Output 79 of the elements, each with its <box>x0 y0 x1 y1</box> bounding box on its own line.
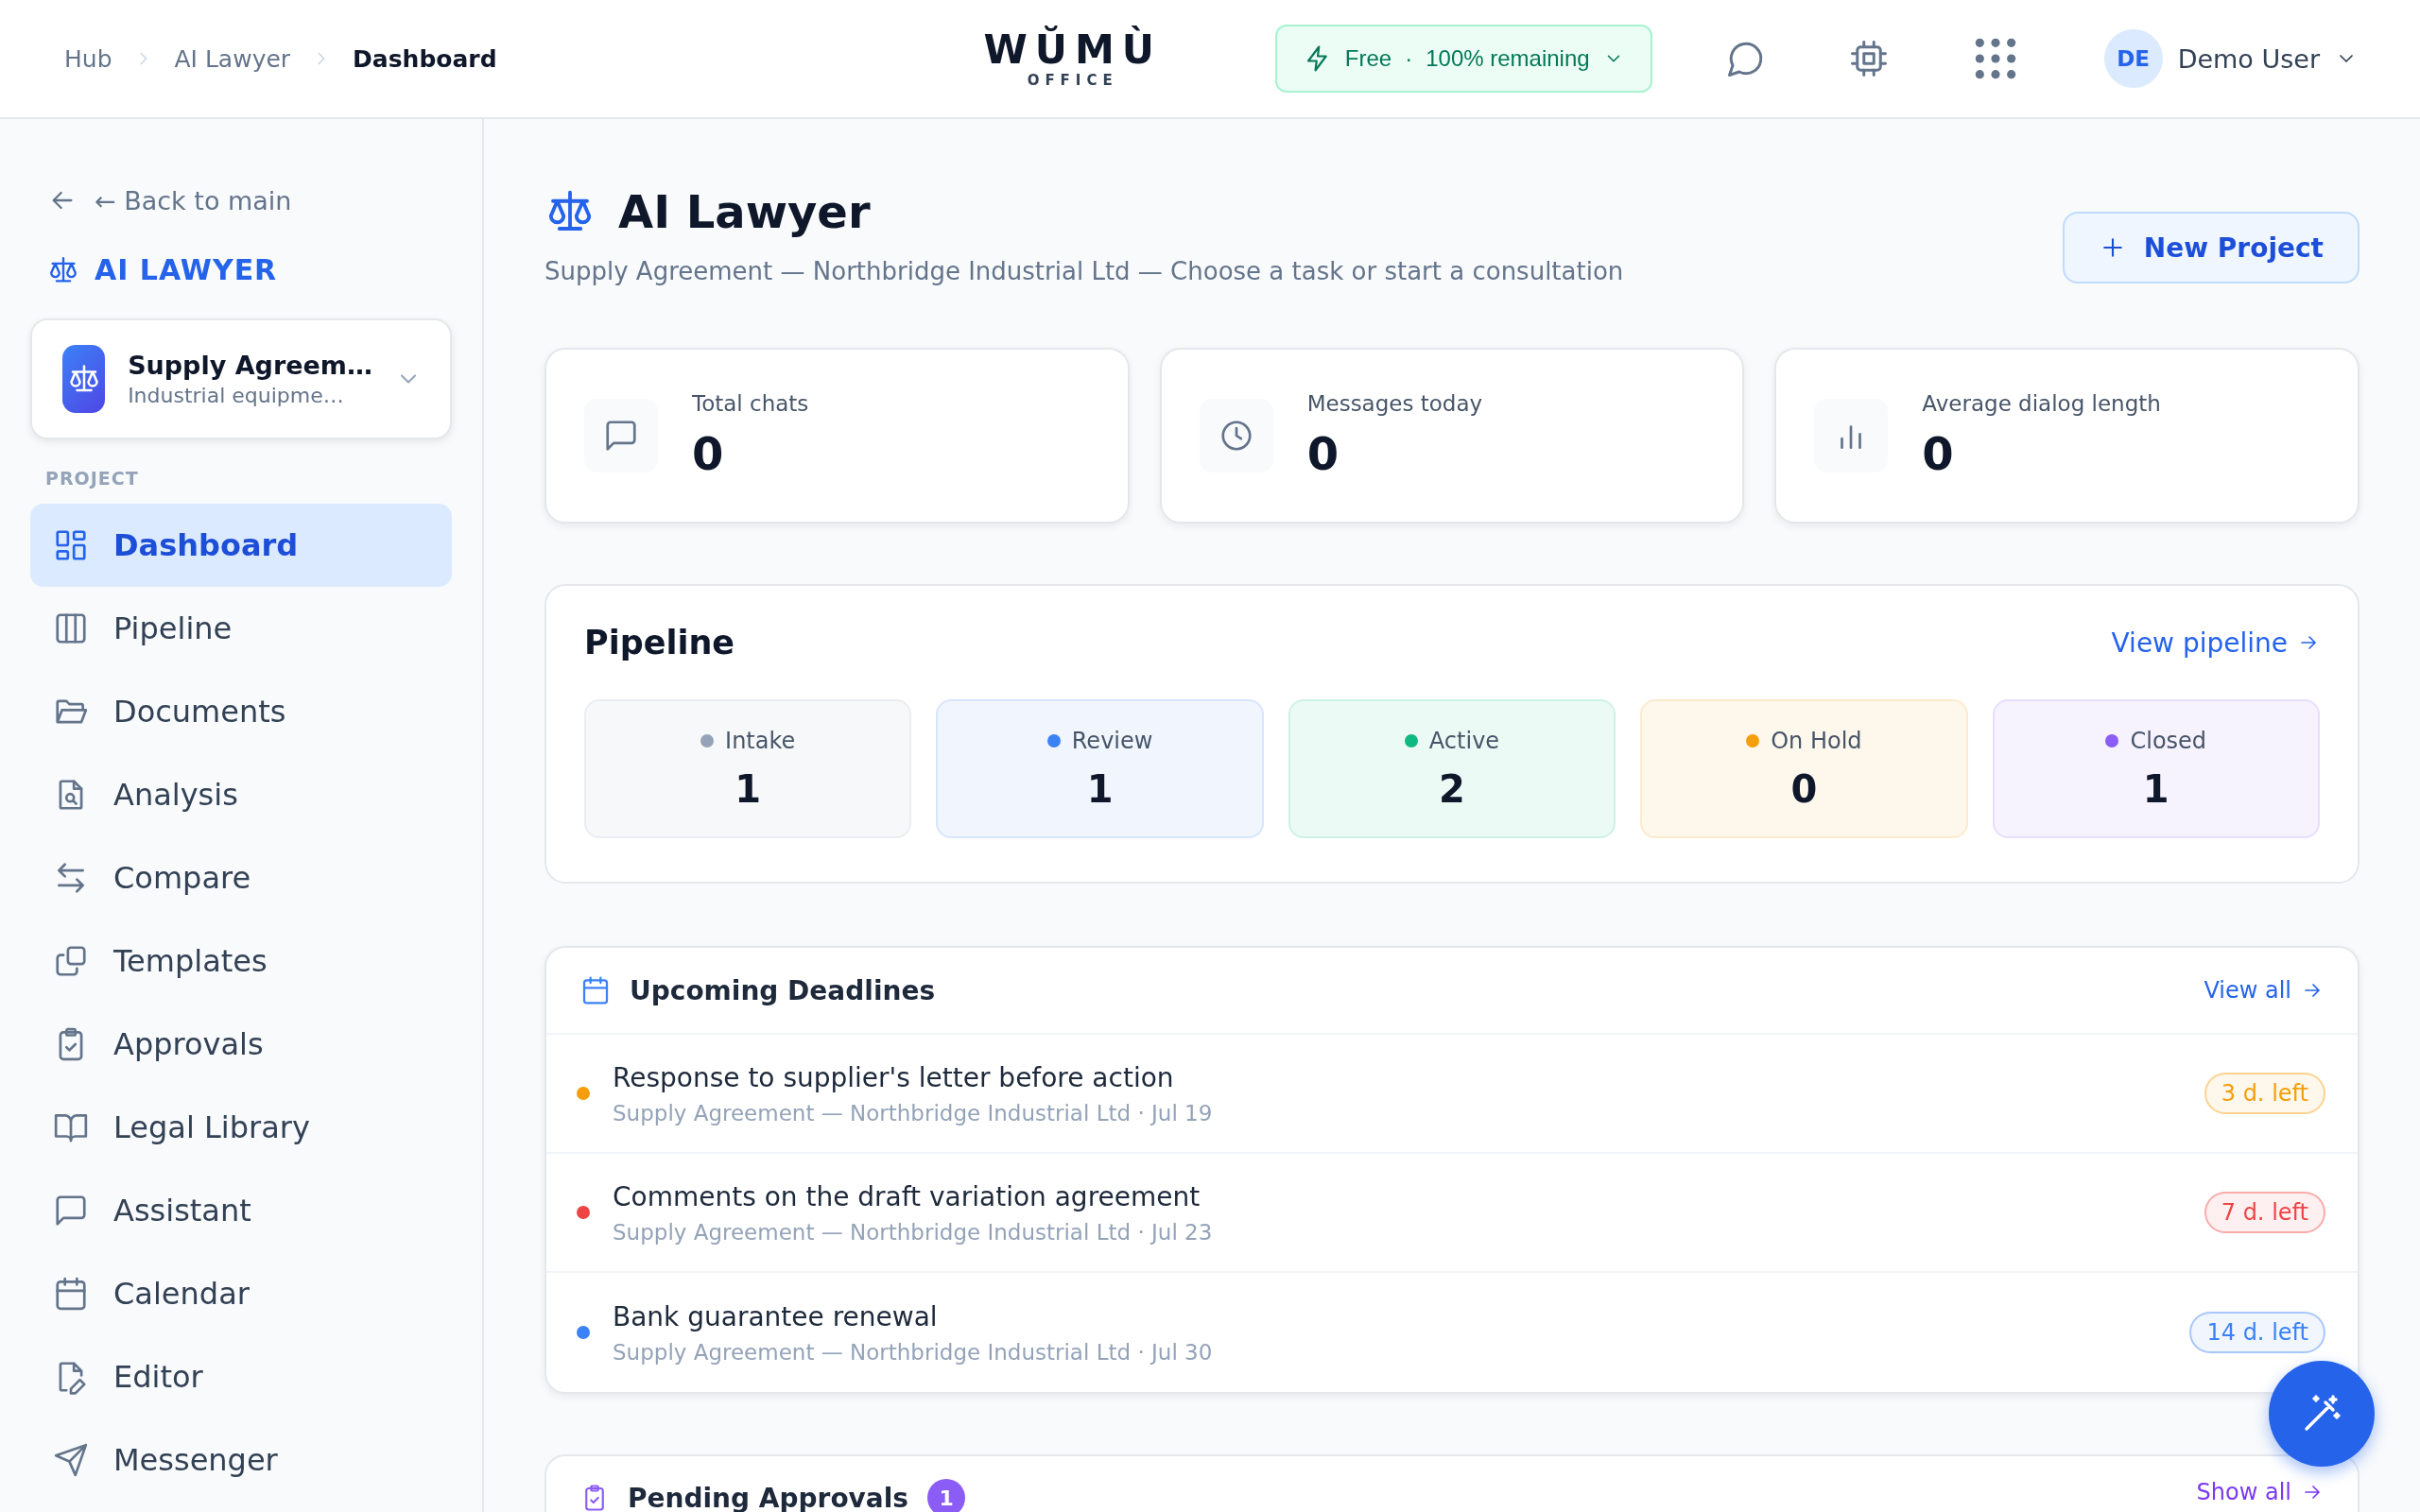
pipeline-stage[interactable]: Closed 1 <box>1992 699 2320 838</box>
grid-icon <box>53 527 89 563</box>
pipeline-stage[interactable]: Active 2 <box>1288 699 1616 838</box>
deadline-row[interactable]: Response to supplier's letter before action Supply Agreement — Northbridge Industrial Ltd · Jul 19 3 d. left <box>546 1035 2358 1154</box>
magic-wand-button[interactable] <box>2269 1361 2375 1467</box>
copies-icon <box>53 943 89 979</box>
chat-bubble-icon <box>53 1193 89 1228</box>
deadline-title: Response to supplier's letter before action <box>613 1061 1175 1093</box>
sidebar-item[interactable]: Editor <box>30 1335 452 1418</box>
count-badge: 1 <box>927 1479 966 1512</box>
stage-label: Review <box>1071 727 1153 754</box>
breadcrumb-link[interactable]: Hub <box>64 44 112 73</box>
pipeline-stage[interactable]: Review 1 <box>936 699 1264 838</box>
sidebar-item[interactable]: Pipeline <box>30 587 452 670</box>
project-selector[interactable]: Supply Agreem… Industrial equipme… <box>30 318 452 439</box>
plan-button[interactable]: Free · 100% remaining <box>1274 25 1652 93</box>
stage-label: On Hold <box>1771 727 1862 754</box>
stage-label: Closed <box>2130 727 2207 754</box>
section-label: PROJECT <box>44 468 140 489</box>
app-title: AI LAWYER <box>95 253 278 286</box>
deadline-title: Bank guarantee renewal <box>613 1300 939 1332</box>
view-pipeline-link[interactable]: View pipeline <box>2111 627 2320 659</box>
days-left-badge: 7 d. left <box>2204 1192 2325 1233</box>
stat-label: Average dialog length <box>1922 391 2161 416</box>
deadline-row[interactable]: Comments on the draft variation agreement Supply Agreement — Northbridge Industrial Ltd · Jul 23 7 d. left <box>546 1154 2358 1273</box>
logo-name: WŬMÙ <box>983 27 1162 73</box>
deadline-meta: Supply Agreement — Northbridge Industrial Ltd · Jul 30 <box>613 1339 1214 1365</box>
deadline-meta: Supply Agreement — Northbridge Industrial Ltd · Jul 23 <box>613 1219 1214 1245</box>
stat-label: Messages today <box>1306 391 1483 416</box>
pipeline-stage[interactable]: Intake 1 <box>584 699 912 838</box>
user-avatar: DE <box>2103 29 2163 88</box>
stage-count: 1 <box>2142 766 2169 811</box>
stat-value: 0 <box>1306 427 1340 480</box>
stage-label: Active <box>1428 727 1500 754</box>
project-description: Industrial equipme… <box>128 384 345 407</box>
new-project-button[interactable]: New Project <box>2062 212 2360 284</box>
stage-count: 1 <box>735 766 762 811</box>
deadline-meta: Supply Agreement — Northbridge Industrial Ltd · Jul 19 <box>613 1100 1214 1125</box>
stat-label: Total chats <box>692 391 809 416</box>
stat-value: 0 <box>692 427 725 480</box>
columns-icon <box>53 610 89 646</box>
chat-bubble-icon <box>603 418 639 454</box>
calendar-icon <box>580 975 611 1005</box>
pipeline-stage[interactable]: On Hold 0 <box>1640 699 1968 838</box>
deadline-title: Comments on the draft variation agreement <box>613 1180 1201 1212</box>
page-title: AI Lawyer <box>618 185 871 238</box>
deadline-row[interactable]: Bank guarantee renewal Supply Agreement — Northbridge Industrial Ltd · Jul 30 14 d. left <box>546 1273 2358 1392</box>
project-name: Supply Agreem… <box>128 351 372 380</box>
sidebar-item[interactable]: Dashboard <box>30 504 452 587</box>
stage-count: 0 <box>1790 766 1818 811</box>
card-title: Pending Approvals <box>628 1482 909 1512</box>
card-title: Pipeline <box>584 624 735 662</box>
user-menu[interactable]: DE Demo User <box>2098 28 2363 89</box>
sidebar-item[interactable]: Templates <box>30 919 452 1003</box>
stage-count: 1 <box>1086 766 1114 811</box>
stage-label: Intake <box>725 727 796 754</box>
sidebar-item[interactable]: Messenger <box>30 1418 452 1502</box>
days-left-badge: 14 d. left <box>2189 1312 2325 1353</box>
show-all-link[interactable]: Show all <box>2196 1479 2324 1505</box>
logo-subtitle: OFFICE <box>1027 72 1118 90</box>
breadcrumb-link[interactable]: AI Lawyer <box>174 44 291 73</box>
stage-count: 2 <box>1439 766 1465 811</box>
stat-value: 0 <box>1922 427 1955 480</box>
sidebar-item[interactable]: Analysis <box>30 753 452 836</box>
chip-icon <box>1848 39 1889 78</box>
sidebar-item[interactable]: Legal Library <box>30 1086 452 1169</box>
sidebar-item[interactable]: Assistant <box>30 1169 452 1252</box>
sidebar-item[interactable]: Documents <box>30 670 452 753</box>
back-link[interactable]: ← Back to main <box>30 185 452 215</box>
card-title: Upcoming Deadlines <box>630 974 937 1006</box>
sidebar-item[interactable]: Approvals <box>30 1003 452 1086</box>
breadcrumb-link[interactable]: Dashboard <box>353 44 497 73</box>
view-all-link[interactable]: View all <box>2204 977 2324 1004</box>
calendar-icon <box>53 1276 89 1312</box>
page-subtitle: Supply Agreement — Northbridge Industrial Ltd — Choose a task or start a consultation <box>544 257 1624 285</box>
sidebar-item[interactable]: Calendar <box>30 1252 452 1335</box>
sidebar-item[interactable]: Compare <box>30 836 452 919</box>
send-icon <box>53 1442 89 1478</box>
days-left-badge: 3 d. left <box>2204 1073 2325 1114</box>
